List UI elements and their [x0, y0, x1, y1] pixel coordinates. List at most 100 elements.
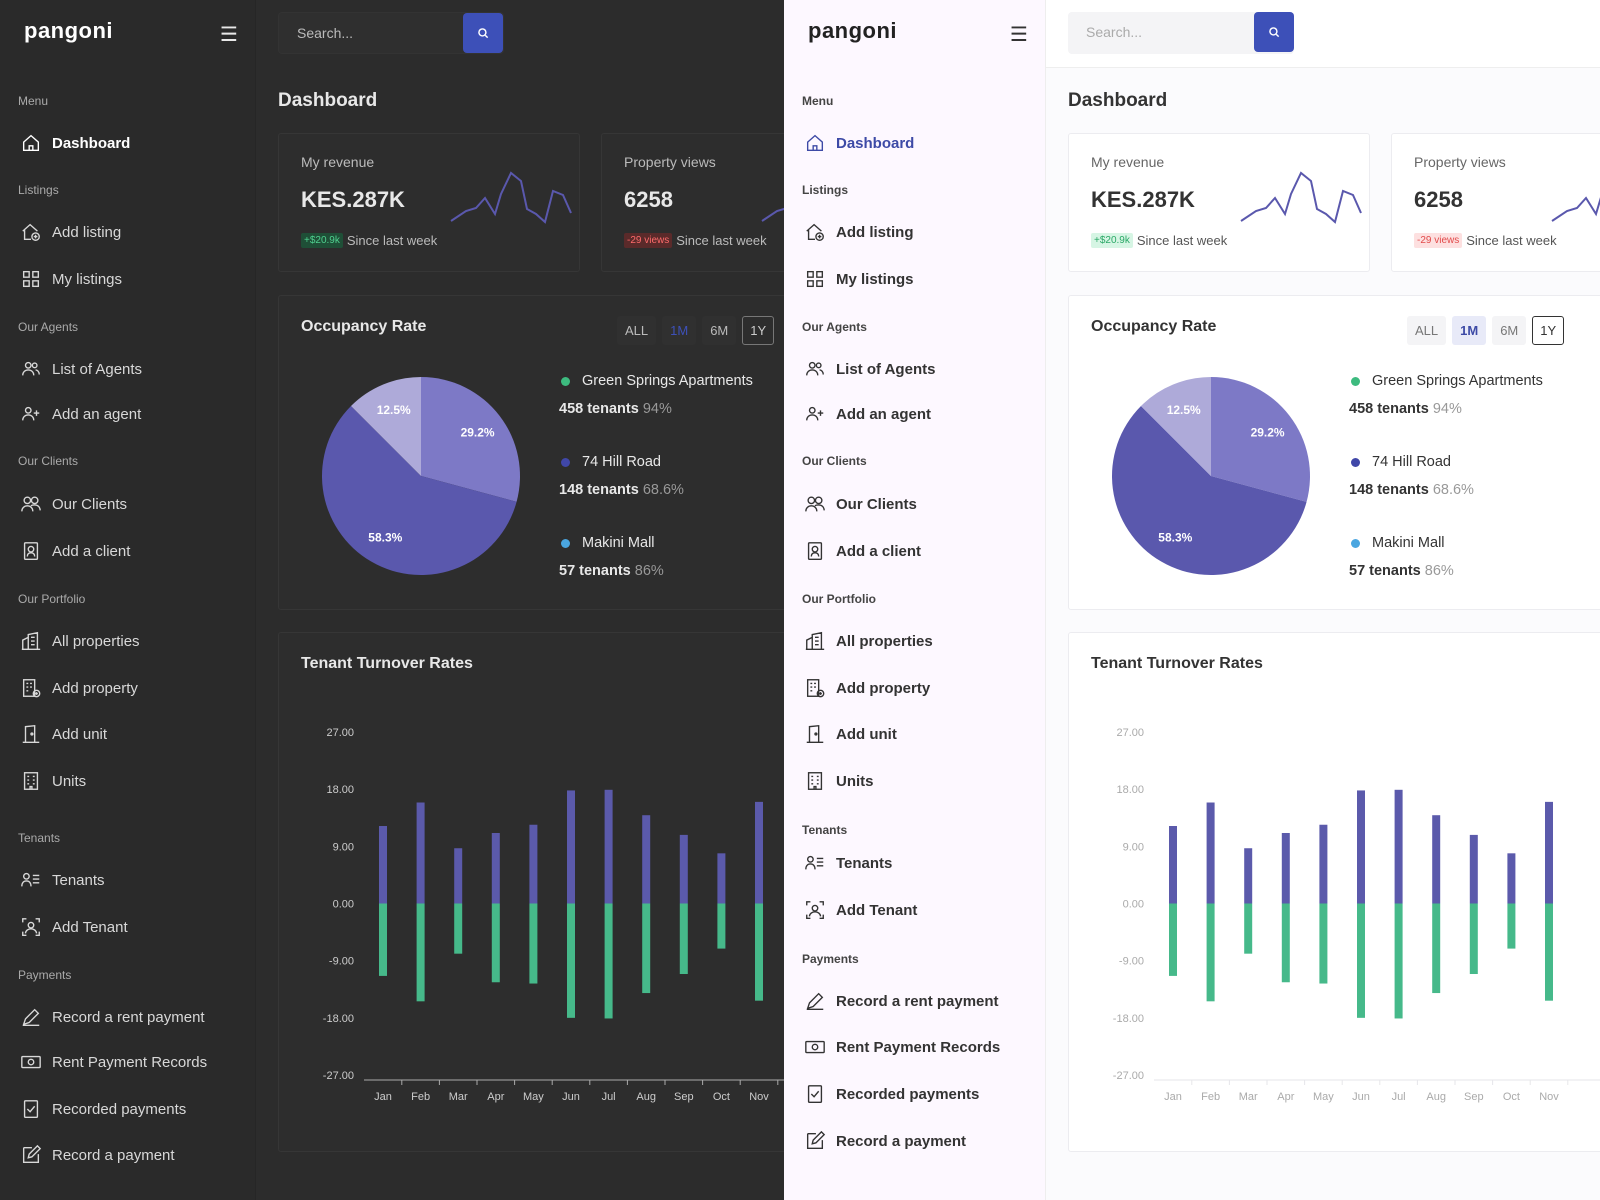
sidebar-item-add-listing[interactable]: Add listing [804, 221, 914, 243]
bar-feb-negative[interactable] [416, 903, 425, 1002]
sidebar-item-add-property[interactable]: Add property [20, 677, 138, 699]
logo[interactable]: pangoni [24, 18, 113, 44]
bar-sep-positive[interactable] [1469, 834, 1478, 904]
sidebar-item-recorded-payments[interactable]: Recorded payments [20, 1098, 186, 1120]
bar-jan-positive[interactable] [379, 826, 387, 904]
house-plus-icon [806, 223, 824, 241]
search-input[interactable] [279, 13, 465, 53]
search-button[interactable] [463, 13, 503, 53]
bar-aug-negative[interactable] [642, 903, 651, 994]
sidebar-item-all-properties[interactable]: All properties [20, 630, 140, 652]
bar-mar-negative[interactable] [454, 903, 463, 954]
bar-jul-negative[interactable] [604, 903, 613, 1019]
sidebar-item-our-clients[interactable]: Our Clients [804, 493, 917, 515]
sidebar-item-add-unit[interactable]: Add unit [20, 723, 107, 745]
sidebar-item-add-unit[interactable]: Add unit [804, 723, 897, 745]
sidebar-item-tenants[interactable]: Tenants [20, 869, 105, 891]
sidebar-item-rent-payment-records[interactable]: Rent Payment Records [804, 1036, 1000, 1058]
bar-nov-positive[interactable] [1545, 801, 1553, 904]
sidebar-item-recorded-payments[interactable]: Recorded payments [804, 1083, 979, 1105]
bar-oct-negative[interactable] [717, 903, 726, 949]
bar-jul-negative[interactable] [1394, 903, 1403, 1019]
occupancy-pie-chart: 29.2% 58.3% 12.5% [1112, 377, 1310, 575]
sidebar-item-our-clients[interactable]: Our Clients [20, 493, 127, 515]
sidebar-item-tenants[interactable]: Tenants [804, 852, 892, 874]
sidebar-item-units[interactable]: Units [804, 770, 874, 792]
bar-jun-positive[interactable] [567, 790, 575, 904]
bar-oct-positive[interactable] [717, 853, 726, 904]
bar-sep-negative[interactable] [679, 903, 688, 975]
sidebar-item-record-a-rent-payment[interactable]: Record a rent payment [20, 1006, 205, 1028]
sidebar-item-record-a-payment[interactable]: Record a payment [804, 1130, 966, 1152]
sidebar-item-units[interactable]: Units [20, 770, 86, 792]
bar-apr-negative[interactable] [491, 903, 500, 983]
bar-nov-negative[interactable] [755, 903, 763, 1001]
bar-mar-positive[interactable] [454, 848, 463, 904]
search-input[interactable] [1068, 12, 1254, 52]
sidebar-item-add-a-client[interactable]: Add a client [20, 540, 130, 562]
bar-apr-negative[interactable] [1281, 903, 1290, 983]
bar-apr-positive[interactable] [1281, 832, 1290, 904]
sidebar-item-add-property[interactable]: Add property [804, 677, 930, 699]
bar-oct-negative[interactable] [1507, 903, 1516, 949]
sidebar-item-add-an-agent[interactable]: Add an agent [20, 403, 141, 425]
sidebar-item-my-listings[interactable]: My listings [20, 268, 122, 290]
sidebar-item-add-an-agent[interactable]: Add an agent [804, 403, 931, 425]
bar-may-positive[interactable] [1319, 824, 1328, 904]
bar-jun-positive[interactable] [1357, 790, 1365, 904]
search-button[interactable] [1254, 12, 1294, 52]
bar-jan-negative[interactable] [1169, 903, 1177, 976]
sidebar-item-add-tenant[interactable]: Add Tenant [20, 916, 128, 938]
bar-aug-negative[interactable] [1432, 903, 1441, 994]
sidebar-item-dashboard[interactable]: Dashboard [804, 132, 914, 154]
sidebar-item-add-a-client[interactable]: Add a client [804, 540, 921, 562]
sidebar-item-rent-payment-records[interactable]: Rent Payment Records [20, 1051, 207, 1073]
bar-apr-positive[interactable] [491, 832, 500, 904]
sidebar-item-record-a-rent-payment[interactable]: Record a rent payment [804, 990, 999, 1012]
sidebar-item-list-of-agents[interactable]: List of Agents [20, 358, 142, 380]
bar-jun-negative[interactable] [567, 903, 575, 1018]
door-icon [806, 724, 824, 743]
bar-may-negative[interactable] [1319, 903, 1328, 984]
bar-feb-positive[interactable] [1206, 802, 1215, 904]
bar-sep-positive[interactable] [679, 834, 688, 904]
legend-tenants: 458 tenants [1349, 401, 1429, 417]
range-1y-button[interactable]: 1Y [742, 316, 775, 345]
logo[interactable]: pangoni [808, 18, 897, 44]
range-6m-button[interactable]: 6M [1492, 316, 1527, 345]
bar-oct-positive[interactable] [1507, 853, 1516, 904]
sidebar-item-record-a-payment[interactable]: Record a payment [20, 1144, 175, 1166]
bar-mar-negative[interactable] [1244, 903, 1253, 954]
range-all-button[interactable]: ALL [1407, 316, 1447, 345]
bar-may-positive[interactable] [529, 824, 538, 904]
sidebar-item-add-listing[interactable]: Add listing [20, 221, 121, 243]
range-1m-button[interactable]: 1M [662, 316, 697, 345]
sidebar-item-my-listings[interactable]: My listings [804, 268, 914, 290]
hamburger-icon[interactable]: ☰ [1010, 22, 1028, 47]
sidebar-item-dashboard[interactable]: Dashboard [20, 132, 130, 154]
range-all-button[interactable]: ALL [617, 316, 657, 345]
bar-jan-positive[interactable] [1169, 826, 1177, 904]
bar-mar-positive[interactable] [1244, 848, 1253, 904]
bar-jul-positive[interactable] [1394, 789, 1403, 904]
bar-may-negative[interactable] [529, 903, 538, 984]
hamburger-icon[interactable]: ☰ [220, 22, 238, 47]
sidebar-item-add-tenant[interactable]: Add Tenant [804, 899, 917, 921]
range-6m-button[interactable]: 6M [702, 316, 737, 345]
range-1m-button[interactable]: 1M [1452, 316, 1487, 345]
range-1y-button[interactable]: 1Y [1532, 316, 1565, 345]
bar-jan-negative[interactable] [379, 903, 387, 976]
bar-aug-positive[interactable] [642, 815, 651, 904]
bar-jun-negative[interactable] [1357, 903, 1365, 1018]
bar-sep-negative[interactable] [1469, 903, 1478, 975]
sidebar-item-all-properties[interactable]: All properties [804, 630, 933, 652]
bar-feb-positive[interactable] [416, 802, 425, 904]
bar-feb-negative[interactable] [1206, 903, 1215, 1002]
y-tick-label: -9.00 [1119, 956, 1144, 968]
bar-nov-negative[interactable] [1545, 903, 1553, 1001]
sidebar-item-list-of-agents[interactable]: List of Agents [804, 358, 935, 380]
bar-nov-positive[interactable] [755, 801, 763, 904]
legend-pct: 86% [1424, 563, 1454, 579]
bar-aug-positive[interactable] [1432, 815, 1441, 904]
bar-jul-positive[interactable] [604, 789, 613, 904]
